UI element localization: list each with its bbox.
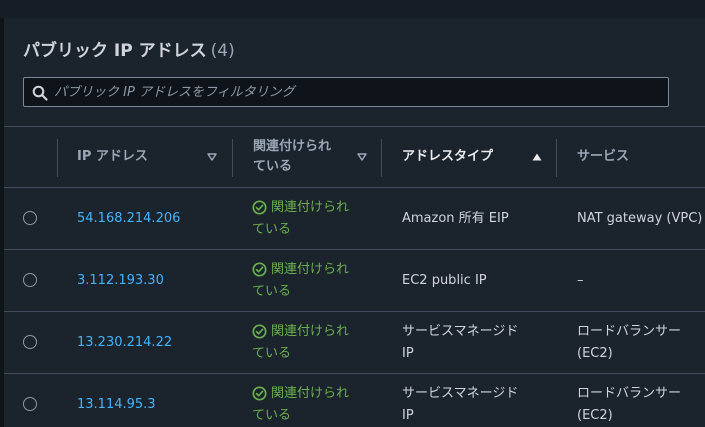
status-cell: 関連付けられ ている — [252, 250, 377, 311]
address-type-line2: IP — [402, 407, 414, 423]
ip-address-link[interactable]: 3.112.193.30 — [77, 270, 164, 292]
service-cell: ロードバランサー (EC2) — [577, 312, 705, 373]
sort-caret-up-filled-icon[interactable] — [531, 151, 543, 163]
status-text-line1: 関連付けられ — [271, 385, 350, 401]
ip-address-cell: 3.112.193.30 — [77, 250, 237, 311]
column-header-label: アドレスタイプ — [402, 149, 494, 164]
service-cell: NAT gateway (VPC) — [577, 188, 705, 249]
ip-address-link[interactable]: 54.168.214.206 — [77, 208, 180, 230]
address-type-line1: EC2 public IP — [402, 272, 487, 288]
column-header-associated[interactable]: 関連付けられ ている — [253, 127, 353, 187]
service-line2: (EC2) — [577, 407, 613, 423]
address-type-cell: EC2 public IP — [402, 250, 552, 311]
service-line1: ロードバランサー — [577, 385, 682, 401]
status-text-line1: 関連付けられ — [271, 323, 350, 339]
status-indicator: 関連付けられ ている — [252, 321, 349, 365]
column-separator — [381, 139, 382, 177]
service-cell: – — [577, 250, 705, 311]
service-line1: – — [577, 272, 584, 288]
ip-address-cell: 13.230.214.22 — [77, 312, 237, 373]
column-separator — [57, 139, 58, 177]
status-text-line1: 関連付けられ — [271, 199, 350, 215]
column-header-service[interactable]: サービス — [577, 127, 705, 187]
row-select-radio[interactable] — [23, 273, 37, 287]
status-text-line2: ている — [252, 407, 292, 423]
status-text-line2: ている — [252, 221, 292, 237]
check-circle-icon — [252, 386, 267, 401]
address-type-line2: IP — [402, 345, 414, 361]
ip-address-link[interactable]: 13.230.214.22 — [77, 332, 172, 354]
column-header-label-line1: 関連付けられ — [253, 139, 332, 154]
check-circle-icon — [252, 324, 267, 339]
row-select-radio[interactable] — [23, 397, 37, 411]
status-cell: 関連付けられ ている — [252, 188, 377, 249]
row-select-radio[interactable] — [23, 211, 37, 225]
table-row[interactable]: 13.230.214.22 関連付けられ ている サービスマネージド IP ロー… — [4, 312, 705, 374]
public-ip-table: IP アドレス 関連付けられ ている アドレスタイプ サービス 54.168.2… — [4, 126, 705, 427]
sort-caret-down-icon[interactable] — [206, 151, 218, 163]
status-text-line2: ている — [252, 283, 292, 299]
column-header-ip-address[interactable]: IP アドレス — [77, 127, 227, 187]
status-indicator: 関連付けられ ている — [252, 197, 349, 241]
top-bar — [0, 0, 705, 18]
table-row[interactable]: 54.168.214.206 関連付けられ ている Amazon 所有 EIP — [4, 188, 705, 250]
table-row[interactable]: 3.112.193.30 関連付けられ ている EC2 public IP – — [4, 250, 705, 312]
sort-caret-down-icon[interactable] — [356, 151, 368, 163]
status-cell: 関連付けられ ている — [252, 374, 377, 427]
address-type-line1: Amazon 所有 EIP — [402, 210, 509, 226]
status-text-line2: ている — [252, 345, 292, 361]
column-header-label: サービス — [577, 149, 630, 164]
panel-title-text: パブリック IP アドレス — [23, 41, 207, 61]
column-header-label: IP アドレス — [77, 149, 148, 164]
table-header-row: IP アドレス 関連付けられ ている アドレスタイプ サービス — [4, 126, 705, 188]
address-type-line1: サービスマネージド — [402, 385, 519, 401]
ip-address-link[interactable]: 13.114.95.3 — [77, 394, 156, 416]
column-header-label-line2: ている — [253, 159, 293, 174]
search-icon — [32, 85, 48, 101]
status-indicator: 関連付けられ ている — [252, 259, 349, 303]
column-header-label-multiline: 関連付けられ ている — [253, 137, 331, 177]
filter-search-box[interactable] — [23, 77, 669, 107]
service-line2: (EC2) — [577, 345, 613, 361]
column-header-address-type[interactable]: アドレスタイプ — [402, 127, 542, 187]
service-line1: ロードバランサー — [577, 323, 682, 339]
row-select-radio[interactable] — [23, 335, 37, 349]
check-circle-icon — [252, 200, 267, 215]
ip-address-cell: 13.114.95.3 — [77, 374, 237, 427]
panel-title: パブリック IP アドレス (4) — [23, 36, 235, 61]
address-type-line1: サービスマネージド — [402, 323, 519, 339]
panel-count: (4) — [210, 41, 235, 61]
address-type-cell: サービスマネージド IP — [402, 374, 552, 427]
status-cell: 関連付けられ ている — [252, 312, 377, 373]
check-circle-icon — [252, 262, 267, 277]
ip-address-cell: 54.168.214.206 — [77, 188, 237, 249]
public-ip-panel: パブリック IP アドレス(4) IP アドレス 関連付けられ ている — [4, 18, 705, 427]
column-separator — [556, 139, 557, 177]
address-type-cell: サービスマネージド IP — [402, 312, 552, 373]
status-indicator: 関連付けられ ている — [252, 383, 349, 427]
address-type-cell: Amazon 所有 EIP — [402, 188, 552, 249]
table-row[interactable]: 13.114.95.3 関連付けられ ている サービスマネージド IP ロードバ… — [4, 374, 705, 427]
service-cell: ロードバランサー (EC2) — [577, 374, 705, 427]
filter-search-input[interactable] — [54, 78, 654, 106]
column-separator — [232, 139, 233, 177]
service-line1: NAT gateway (VPC) — [577, 210, 703, 226]
status-text-line1: 関連付けられ — [271, 261, 350, 277]
